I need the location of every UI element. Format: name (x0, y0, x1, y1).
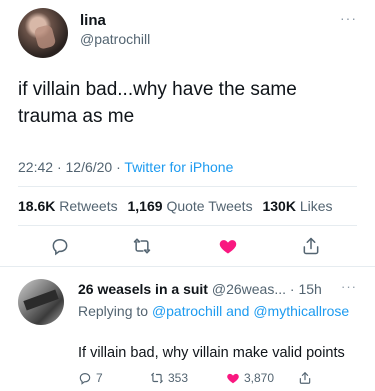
avatar[interactable] (18, 279, 64, 325)
reply-share-button[interactable] (298, 371, 312, 385)
quotes-stat[interactable]: 1,169 Quote Tweets (128, 198, 253, 214)
divider (18, 225, 357, 226)
share-icon (299, 372, 311, 384)
heart-icon (227, 373, 239, 384)
meta-separator: · (56, 159, 66, 175)
tweet-source[interactable]: Twitter for iPhone (124, 159, 233, 175)
retweets-stat[interactable]: 18.6K Retweets (18, 198, 118, 214)
tweet-date: 12/6/20 (65, 159, 113, 175)
reply-author-handle[interactable]: @26weas... (212, 281, 286, 297)
likes-stat[interactable]: 130K Likes (262, 198, 332, 214)
reply-button[interactable] (46, 232, 74, 260)
share-icon (303, 237, 319, 255)
like-count: 3,870 (244, 371, 275, 385)
more-options-icon[interactable]: ··· (341, 279, 357, 294)
likes-count: 130K (262, 198, 296, 214)
tweet-text: if villain bad...why have the same traum… (18, 79, 297, 127)
reply-retweet-button[interactable]: 353 (150, 371, 188, 385)
more-options-icon[interactable]: ··· (340, 10, 357, 26)
retweets-label: Retweets (59, 198, 118, 214)
author-handle[interactable]: @patrochill (80, 31, 150, 47)
retweet-icon (151, 372, 163, 384)
reply-author-name[interactable]: 26 weasels in a suit (78, 281, 208, 297)
reply-reply-button[interactable]: 7 (78, 371, 103, 385)
tweet-actions (0, 232, 375, 260)
divider (18, 186, 357, 187)
retweet-button[interactable] (128, 232, 156, 260)
tweet-meta: 22:42 · 12/6/20 · Twitter for iPhone (18, 159, 233, 175)
tweet-time: 22:42 (18, 159, 54, 175)
reply-like-button[interactable]: 3,870 (226, 371, 274, 385)
reply-actions: 7 353 3,870 (78, 371, 368, 389)
replying-prefix: Replying to (78, 303, 149, 319)
reply-tweet[interactable]: 26 weasels in a suit @26weas... · 15h ··… (0, 267, 375, 391)
likes-label: Likes (299, 198, 333, 214)
replying-users[interactable]: @patrochill and @mythicallrose (152, 303, 349, 319)
share-button[interactable] (297, 232, 325, 260)
reply-age: 15h (298, 281, 322, 297)
retweet-icon (133, 238, 151, 254)
like-button[interactable] (214, 232, 242, 260)
reply-icon (52, 238, 68, 256)
heart-icon (219, 240, 237, 254)
reply-count: 7 (96, 371, 103, 385)
retweet-count: 353 (168, 371, 189, 385)
author-name[interactable]: lina (80, 12, 106, 29)
retweets-count: 18.6K (18, 198, 56, 214)
main-tweet: lina @patrochill ··· if villain bad...wh… (0, 0, 375, 256)
quotes-label: Quote Tweets (166, 198, 253, 214)
avatar[interactable] (18, 8, 68, 58)
reply-icon (79, 373, 91, 385)
reply-text: If villain bad, why villain make valid p… (78, 345, 345, 361)
tweet-stats: 18.6K Retweets 1,169 Quote Tweets 130K L… (18, 198, 333, 214)
replying-to: Replying to @patrochill and @mythicallro… (78, 302, 358, 321)
reply-header: 26 weasels in a suit @26weas... · 15h (78, 281, 322, 297)
quotes-count: 1,169 (127, 198, 163, 214)
